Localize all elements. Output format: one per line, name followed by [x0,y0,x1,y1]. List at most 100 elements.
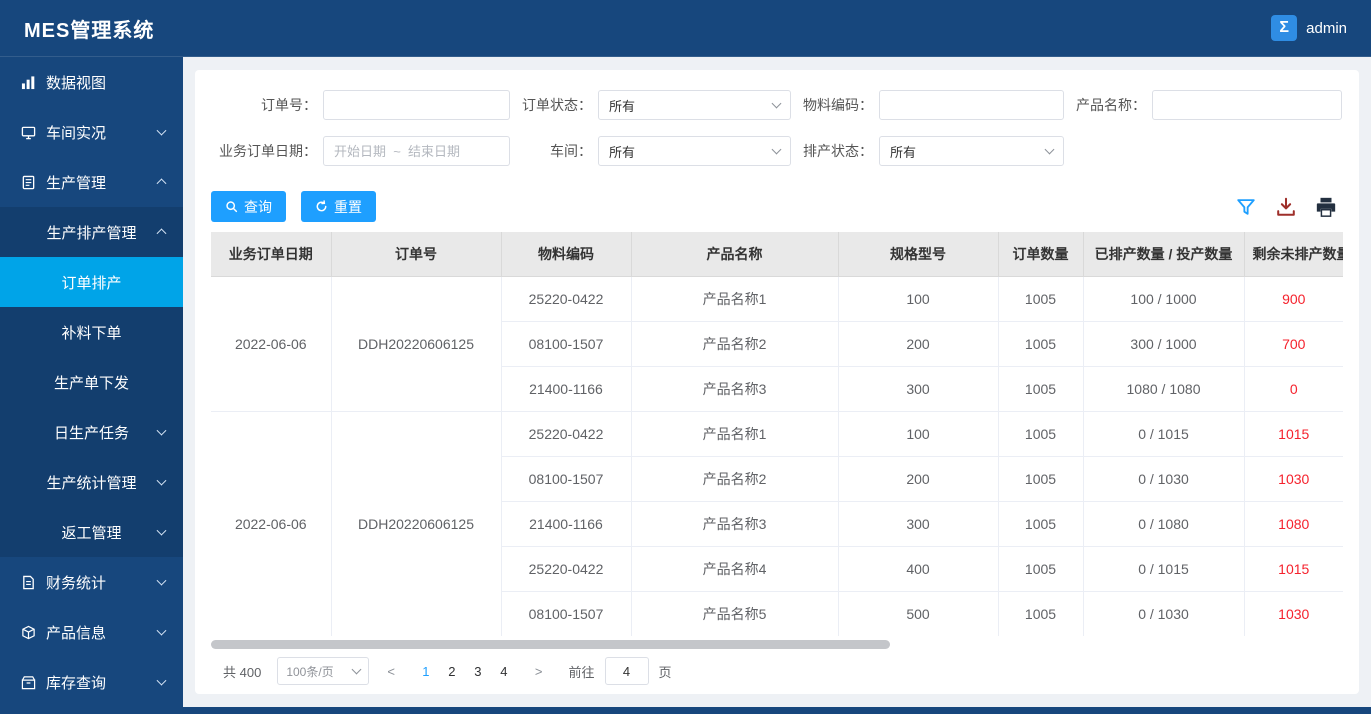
horizontal-scrollbar[interactable] [211,640,1343,649]
sidebar-item-label: 生产排产管理 [46,224,137,242]
cell-material-code: 08100-1507 [501,456,632,502]
workshop-label: 车间： [550,143,592,159]
table-header-row: 业务订单日期 订单号 物料编码 产品名称 规格型号 订单数量 已排产数量 / 投产数量 剩余未… [211,232,1343,277]
box-icon [20,675,36,690]
cell-order-date: 2022-06-06 [211,276,332,412]
search-button[interactable]: 查询 [211,191,286,222]
total-count: 共 400 [223,664,262,680]
sidebar-item-production-schedule-mgmt[interactable]: 生产排产管理 [0,207,183,257]
chevron-down-icon [1044,144,1055,155]
material-code-input[interactable] [879,90,1064,120]
download-icon[interactable] [1275,196,1297,218]
chevron-up-icon [156,178,167,189]
sidebar-item-label: 返工管理 [61,524,122,542]
column-header: 规格型号 [838,232,999,277]
table-tools [1235,196,1343,218]
sidebar-item-inventory-query[interactable]: 库存查询 [0,657,183,707]
sidebar-item-production-mgmt[interactable]: 生产管理 [0,157,183,207]
sidebar-item-workshop-live[interactable]: 车间实况 [0,107,183,157]
order-no-label: 订单号： [261,97,317,113]
cell-order-qty: 1005 [998,321,1084,367]
cell-product-name: 产品名称3 [631,366,839,412]
cell-material-code: 21400-1166 [501,501,632,547]
sidebar-item-label: 库存查询 [46,674,107,692]
cell-material-code: 25220-0422 [501,546,632,592]
column-header: 业务订单日期 [211,232,332,277]
date-range-input[interactable] [323,136,510,166]
sidebar-item-daily-production-task[interactable]: 日生产任务 [0,407,183,457]
filter-funnel-icon[interactable] [1235,196,1257,218]
sidebar-item-rework-mgmt[interactable]: 返工管理 [0,507,183,557]
workshop-select[interactable]: 所有 [598,136,791,166]
next-page-button[interactable]: > [527,664,551,679]
order-no-input[interactable] [323,90,510,120]
sidebar-item-finance-stats[interactable]: 财务统计 [0,557,183,607]
order-status-select[interactable]: 所有 [598,90,791,120]
sidebar-item-label: 日生产任务 [53,424,129,442]
table-row[interactable]: 2022-06-06 DDH20220606125 25220-0422 产品名称1 1… [211,411,1343,636]
product-name-input[interactable] [1152,90,1342,120]
column-header: 产品名称 [631,232,839,277]
sidebar-item-order-scheduling[interactable]: 订单排产 [0,257,183,307]
cell-product-name: 产品名称2 [631,456,839,502]
sidebar-item-label: 订单排产 [61,274,122,292]
schedule-status-select[interactable]: 所有 [879,136,1064,166]
cell-remaining-qty: 700 [1244,321,1343,367]
column-header: 订单号 [331,232,502,277]
chevron-down-icon [351,664,362,675]
cell-order-no: DDH20220606125 [331,411,502,636]
cell-spec: 200 [838,456,999,502]
goto-page-suffix: 页 [658,664,672,680]
reset-button-label: 重置 [334,198,362,215]
sidebar-item-product-info[interactable]: 产品信息 [0,607,183,657]
cell-order-date: 2022-06-06 [211,411,332,636]
cell-product-name: 产品名称1 [631,276,839,322]
chevron-down-icon [771,144,782,155]
product-name-label: 产品名称： [1076,97,1146,113]
scrollbar-thumb[interactable] [211,640,891,649]
column-header: 物料编码 [501,232,632,277]
cell-remaining-qty: 1080 [1244,501,1343,547]
cell-remaining-qty: 0 [1244,366,1343,412]
sidebar-item-production-order-issue[interactable]: 生产单下发 [0,357,183,407]
reset-button[interactable]: 重置 [301,191,376,222]
page-number-2[interactable]: 2 [439,664,465,679]
page-number-3[interactable]: 3 [465,664,491,679]
cell-scheduled-qty: 0 / 1080 [1083,501,1245,547]
content-card: 订单号： 订单状态： 所有 物料编码： 产品名称： 业务订单日期： 车间： 所有 [195,70,1359,694]
cell-scheduled-qty: 300 / 1000 [1083,321,1245,367]
page-size-select[interactable]: 100条/页 [277,657,370,685]
cell-order-qty: 1005 [998,591,1084,636]
cell-order-qty: 1005 [998,276,1084,322]
sidebar: 数据视图 车间实况 生产管理生产排产管理 订单排产补料下单 生产单下发日生产任务生产统计… [0,57,183,707]
page-number-1[interactable]: 1 [413,664,439,679]
topbar: MES管理系统 Σ admin [0,0,1371,57]
cell-product-name: 产品名称3 [631,501,839,547]
cell-scheduled-qty: 0 / 1015 [1083,546,1245,592]
table-row[interactable]: 2022-06-06 DDH20220606125 25220-0422 产品名称1 1… [211,276,1343,412]
user-menu[interactable]: Σ admin [1271,15,1347,41]
sidebar-item-replenish-order[interactable]: 补料下单 [0,307,183,357]
prev-page-button[interactable]: < [379,664,403,679]
chevron-up-icon [156,228,167,239]
cell-material-code: 25220-0422 [501,276,632,322]
filter-form: 订单号： 订单状态： 所有 物料编码： 产品名称： 业务订单日期： 车间： 所有 [211,90,1343,166]
cell-scheduled-qty: 1080 / 1080 [1083,366,1245,412]
cell-scheduled-qty: 100 / 1000 [1083,276,1245,322]
print-icon[interactable] [1315,196,1337,218]
cell-spec: 100 [838,276,999,322]
column-header: 订单数量 [998,232,1084,277]
goto-page-input[interactable] [604,657,649,685]
cell-material-code: 21400-1166 [501,366,632,412]
page-numbers: 1234 [413,664,517,679]
schedule-status-label: 排产状态： [803,143,873,159]
cell-order-no: DDH20220606125 [331,276,502,412]
search-button-label: 查询 [244,198,272,215]
main-content: 订单号： 订单状态： 所有 物料编码： 产品名称： 业务订单日期： 车间： 所有 [183,57,1371,707]
page-number-4[interactable]: 4 [491,664,517,679]
sidebar-item-production-stats-mgmt[interactable]: 生产统计管理 [0,457,183,507]
date-range-label: 业务订单日期： [219,143,317,159]
cell-remaining-qty: 1030 [1244,456,1343,502]
sidebar-item-data-view[interactable]: 数据视图 [0,57,183,107]
cell-spec: 500 [838,591,999,636]
